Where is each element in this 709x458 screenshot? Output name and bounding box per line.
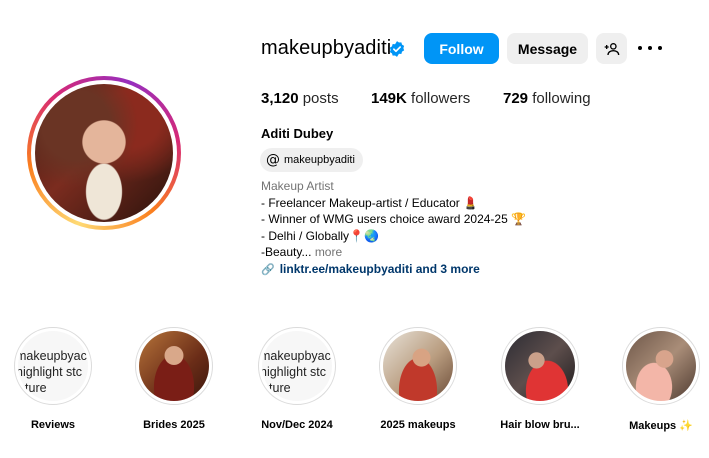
followers-label: followers — [411, 90, 471, 107]
highlight-cover-placeholder: makeupbyac highlight stc icture — [262, 331, 332, 401]
threads-icon: @ — [266, 152, 280, 168]
external-link[interactable]: 🔗 linktr.ee/makeupbyaditi and 3 more — [261, 262, 480, 276]
following-label: following — [532, 90, 591, 107]
highlight-hair-blow[interactable]: Hair blow bru... — [500, 327, 580, 431]
highlight-cover-placeholder: makeupbyac highlight stc icture — [18, 331, 88, 401]
suggested-accounts-button[interactable] — [596, 33, 627, 64]
highlight-ring — [135, 327, 213, 405]
posts-label: posts — [302, 90, 339, 107]
highlight-makeups[interactable]: Makeups ✨ — [621, 327, 701, 432]
bio-line: -Beauty... — [261, 245, 315, 259]
more-options-icon[interactable] — [638, 40, 662, 56]
profile-avatar-ring[interactable] — [27, 76, 181, 230]
highlight-ring: makeupbyac highlight stc icture — [14, 327, 92, 405]
highlight-cover-image — [383, 331, 453, 401]
follow-button[interactable]: Follow — [424, 33, 499, 64]
add-person-icon — [604, 42, 619, 55]
bio-line-truncated: -Beauty... more — [261, 245, 342, 259]
link-icon: 🔗 — [261, 263, 275, 276]
highlight-ring: makeupbyac highlight stc icture — [258, 327, 336, 405]
followers-stat[interactable]: 149K followers — [371, 90, 470, 107]
external-link-text: linktr.ee/makeupbyaditi and 3 more — [279, 262, 480, 276]
highlight-ring — [622, 327, 700, 405]
profile-category: Makeup Artist — [261, 179, 334, 193]
placeholder-text-line: highlight stc — [18, 365, 83, 379]
highlight-label: Makeups ✨ — [629, 420, 693, 432]
threads-handle: makeupbyaditi — [284, 154, 355, 166]
highlight-2025-makeups[interactable]: 2025 makeups — [378, 327, 458, 431]
profile-avatar-gap — [31, 80, 177, 226]
verified-badge-icon — [389, 41, 405, 57]
following-count: 729 — [503, 90, 529, 107]
highlight-label: 2025 makeups — [380, 419, 456, 431]
highlight-label: Reviews — [30, 419, 76, 431]
placeholder-text-line: icture — [262, 381, 291, 395]
highlight-ring — [501, 327, 579, 405]
highlight-brides-2025[interactable]: Brides 2025 — [134, 327, 214, 431]
bio-more-link[interactable]: more — [315, 245, 342, 259]
bio-line: - Winner of WMG users choice award 2024-… — [261, 212, 527, 226]
highlight-label: Hair blow bru... — [500, 419, 580, 431]
threads-link[interactable]: @ makeupbyaditi — [260, 148, 363, 172]
followers-count: 149K — [371, 90, 407, 107]
highlight-ring — [379, 327, 457, 405]
bio-line: - Delhi / Globally📍🌏 — [261, 229, 379, 243]
highlight-cover-image — [139, 331, 209, 401]
placeholder-text-line: highlight stc — [262, 365, 327, 379]
highlight-label: Brides 2025 — [143, 419, 205, 431]
highlight-cover-image — [626, 331, 696, 401]
message-button[interactable]: Message — [507, 33, 588, 64]
bio-line: - Freelancer Makeup-artist / Educator 💄 — [261, 196, 479, 210]
placeholder-text-line: makeupbyac — [262, 349, 331, 363]
highlight-reviews[interactable]: makeupbyac highlight stc icture Reviews — [13, 327, 93, 431]
profile-avatar[interactable] — [35, 84, 173, 222]
profile-full-name: Aditi Dubey — [261, 126, 334, 141]
highlight-nov-dec-2024[interactable]: makeupbyac highlight stc icture Nov/Dec … — [257, 327, 337, 431]
profile-username: makeupbyaditi — [261, 37, 392, 59]
highlight-label: Nov/Dec 2024 — [261, 419, 333, 431]
posts-stat: 3,120 posts — [261, 90, 339, 107]
placeholder-text-line: makeupbyac — [18, 349, 87, 363]
posts-count: 3,120 — [261, 90, 299, 107]
highlight-cover-image — [505, 331, 575, 401]
following-stat[interactable]: 729 following — [503, 90, 591, 107]
placeholder-text-line: icture — [18, 381, 47, 395]
